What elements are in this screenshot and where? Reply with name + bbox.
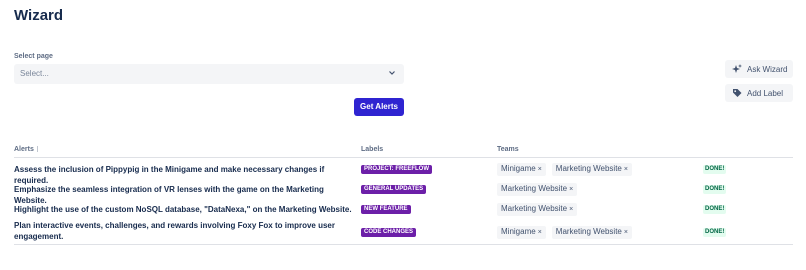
status-badge: DONE! [703, 205, 727, 214]
remove-icon[interactable]: × [624, 166, 628, 173]
team-chip: Marketing Website × [497, 183, 578, 196]
column-header-alerts-text: Alerts [14, 146, 34, 153]
team-chip: Minigame × [497, 226, 546, 239]
label-lozenge: CODE CHANGES [361, 228, 417, 237]
team-chips: Marketing Website × [497, 203, 578, 216]
team-chip: Minigame × [497, 163, 546, 176]
label-lozenge: PROJECT: FREEFLOW [361, 165, 433, 174]
status-badge: DONE! [703, 185, 727, 194]
status-badge: DONE! [703, 228, 727, 237]
remove-icon[interactable]: × [569, 206, 573, 213]
sparkle-icon [732, 64, 742, 73]
wizard-page: Wizard Select page Select... Get Alerts … [0, 0, 806, 270]
select-placeholder: Select... [20, 69, 49, 78]
select-page-label: Select page [14, 53, 53, 60]
team-chip: Marketing Website × [551, 163, 632, 176]
team-chips: Minigame × Marketing Website × [497, 226, 632, 239]
label-lozenge: NEW FEATURE [361, 205, 411, 214]
team-chip-label: Marketing Website [555, 227, 622, 236]
team-chip: Marketing Website × [551, 226, 632, 239]
team-chip-label: Minigame [501, 164, 536, 173]
team-chip-label: Marketing Website [555, 164, 622, 173]
team-chip-label: Marketing Website [501, 204, 568, 213]
alert-text: Emphasize the seamless integration of VR… [14, 185, 324, 205]
add-label-label: Add Label [747, 88, 784, 98]
select-page-dropdown[interactable]: Select... [14, 64, 404, 84]
chevron-down-icon [389, 71, 395, 75]
page-title: Wizard [14, 7, 64, 24]
column-header-alerts[interactable]: Alerts [14, 146, 38, 153]
team-chips: Minigame × Marketing Website × [497, 163, 632, 176]
column-resize-handle[interactable] [36, 146, 38, 152]
remove-icon[interactable]: × [538, 166, 542, 173]
status-badge: DONE! [703, 165, 727, 174]
team-chip: Marketing Website × [497, 203, 578, 216]
alert-text: Highlight the use of the custom NoSQL da… [14, 205, 352, 214]
ask-wizard-button[interactable]: Ask Wizard [725, 60, 793, 78]
column-header-teams: Teams [497, 146, 519, 153]
remove-icon[interactable]: × [624, 229, 628, 236]
alert-text: Assess the inclusion of Pippypig in the … [14, 165, 325, 185]
add-label-button[interactable]: Add Label [725, 84, 793, 102]
ask-wizard-label: Ask Wizard [747, 64, 788, 74]
table-footer-divider [14, 244, 793, 245]
team-chips: Marketing Website × [497, 183, 578, 196]
tag-icon [733, 89, 742, 97]
remove-icon[interactable]: × [569, 186, 573, 193]
team-chip-label: Marketing Website [501, 184, 568, 193]
team-chip-label: Minigame [501, 227, 536, 236]
table-header-divider [14, 157, 793, 158]
label-lozenge: GENERAL UPDATES [361, 185, 427, 194]
remove-icon[interactable]: × [538, 229, 542, 236]
alert-text: Plan interactive events, challenges, and… [14, 221, 335, 241]
get-alerts-button[interactable]: Get Alerts [354, 98, 404, 116]
column-header-labels: Labels [361, 146, 384, 153]
